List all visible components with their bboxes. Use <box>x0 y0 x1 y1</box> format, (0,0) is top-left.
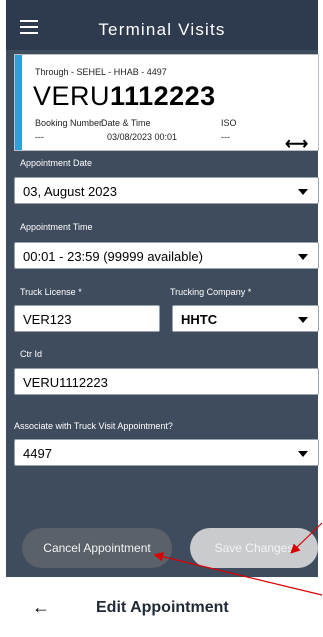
associate-appointment-label: Associate with Truck Visit Appointment? <box>14 421 173 431</box>
booking-number-value: --- <box>35 132 44 142</box>
save-changes-button[interactable]: Save Changes <box>190 528 318 568</box>
appointment-time-select[interactable]: 00:01 - 23:59 (99999 available) <box>14 242 319 269</box>
iso-label: ISO <box>221 118 237 128</box>
date-time-label: Date & Time <box>101 118 151 128</box>
cancel-appointment-button[interactable]: Cancel Appointment <box>22 528 172 568</box>
appointment-time-value: 00:01 - 23:59 (99999 available) <box>23 249 203 264</box>
associate-appointment-value: 4497 <box>23 446 52 461</box>
truck-license-value: VER123 <box>23 312 72 327</box>
container-prefix: VERU <box>33 81 111 111</box>
container-id: VERU1112223 <box>33 81 216 112</box>
bottom-nav-bar: ← Edit Appointment <box>6 578 318 637</box>
left-right-arrow-icon[interactable]: ⟷ <box>285 134 308 154</box>
trucking-company-select[interactable]: HHTC <box>172 305 319 332</box>
appointment-date-select[interactable]: 03, August 2023 <box>14 177 319 204</box>
container-number: 1112223 <box>110 81 216 111</box>
chevron-down-icon <box>298 189 308 195</box>
truck-license-label: Truck License * <box>20 287 82 297</box>
appointment-date-label: Appointment Date <box>20 158 93 168</box>
iso-value: --- <box>221 132 230 142</box>
chevron-down-icon <box>298 317 308 323</box>
chevron-down-icon <box>298 254 308 260</box>
booking-number-label: Booking Number <box>35 118 103 128</box>
truck-license-field[interactable]: VER123 <box>14 305 160 332</box>
card-accent-bar <box>15 55 22 150</box>
ctr-id-label: Ctr Id <box>20 349 43 359</box>
associate-appointment-select[interactable]: 4497 <box>14 439 319 466</box>
ctr-id-value: VERU1112223 <box>23 375 108 390</box>
page-title: Terminal Visits <box>98 20 226 39</box>
appointment-time-label: Appointment Time <box>20 222 93 232</box>
edit-appointment-title: Edit Appointment <box>96 599 229 616</box>
chevron-down-icon <box>298 451 308 457</box>
through-route-text: Through - SEHEL - HHAB - 4497 <box>35 67 167 77</box>
appointment-date-value: 03, August 2023 <box>23 184 117 199</box>
ctr-id-field[interactable]: VERU1112223 <box>14 368 319 395</box>
container-summary-card: Through - SEHEL - HHAB - 4497 VERU111222… <box>14 54 319 154</box>
date-time-value: 03/08/2023 00:01 <box>107 132 178 142</box>
trucking-company-value: HHTC <box>181 312 218 327</box>
trucking-company-label: Trucking Company * <box>170 287 252 297</box>
back-arrow-icon[interactable]: ← <box>32 597 50 618</box>
top-app-bar: Terminal Visits <box>6 0 318 50</box>
